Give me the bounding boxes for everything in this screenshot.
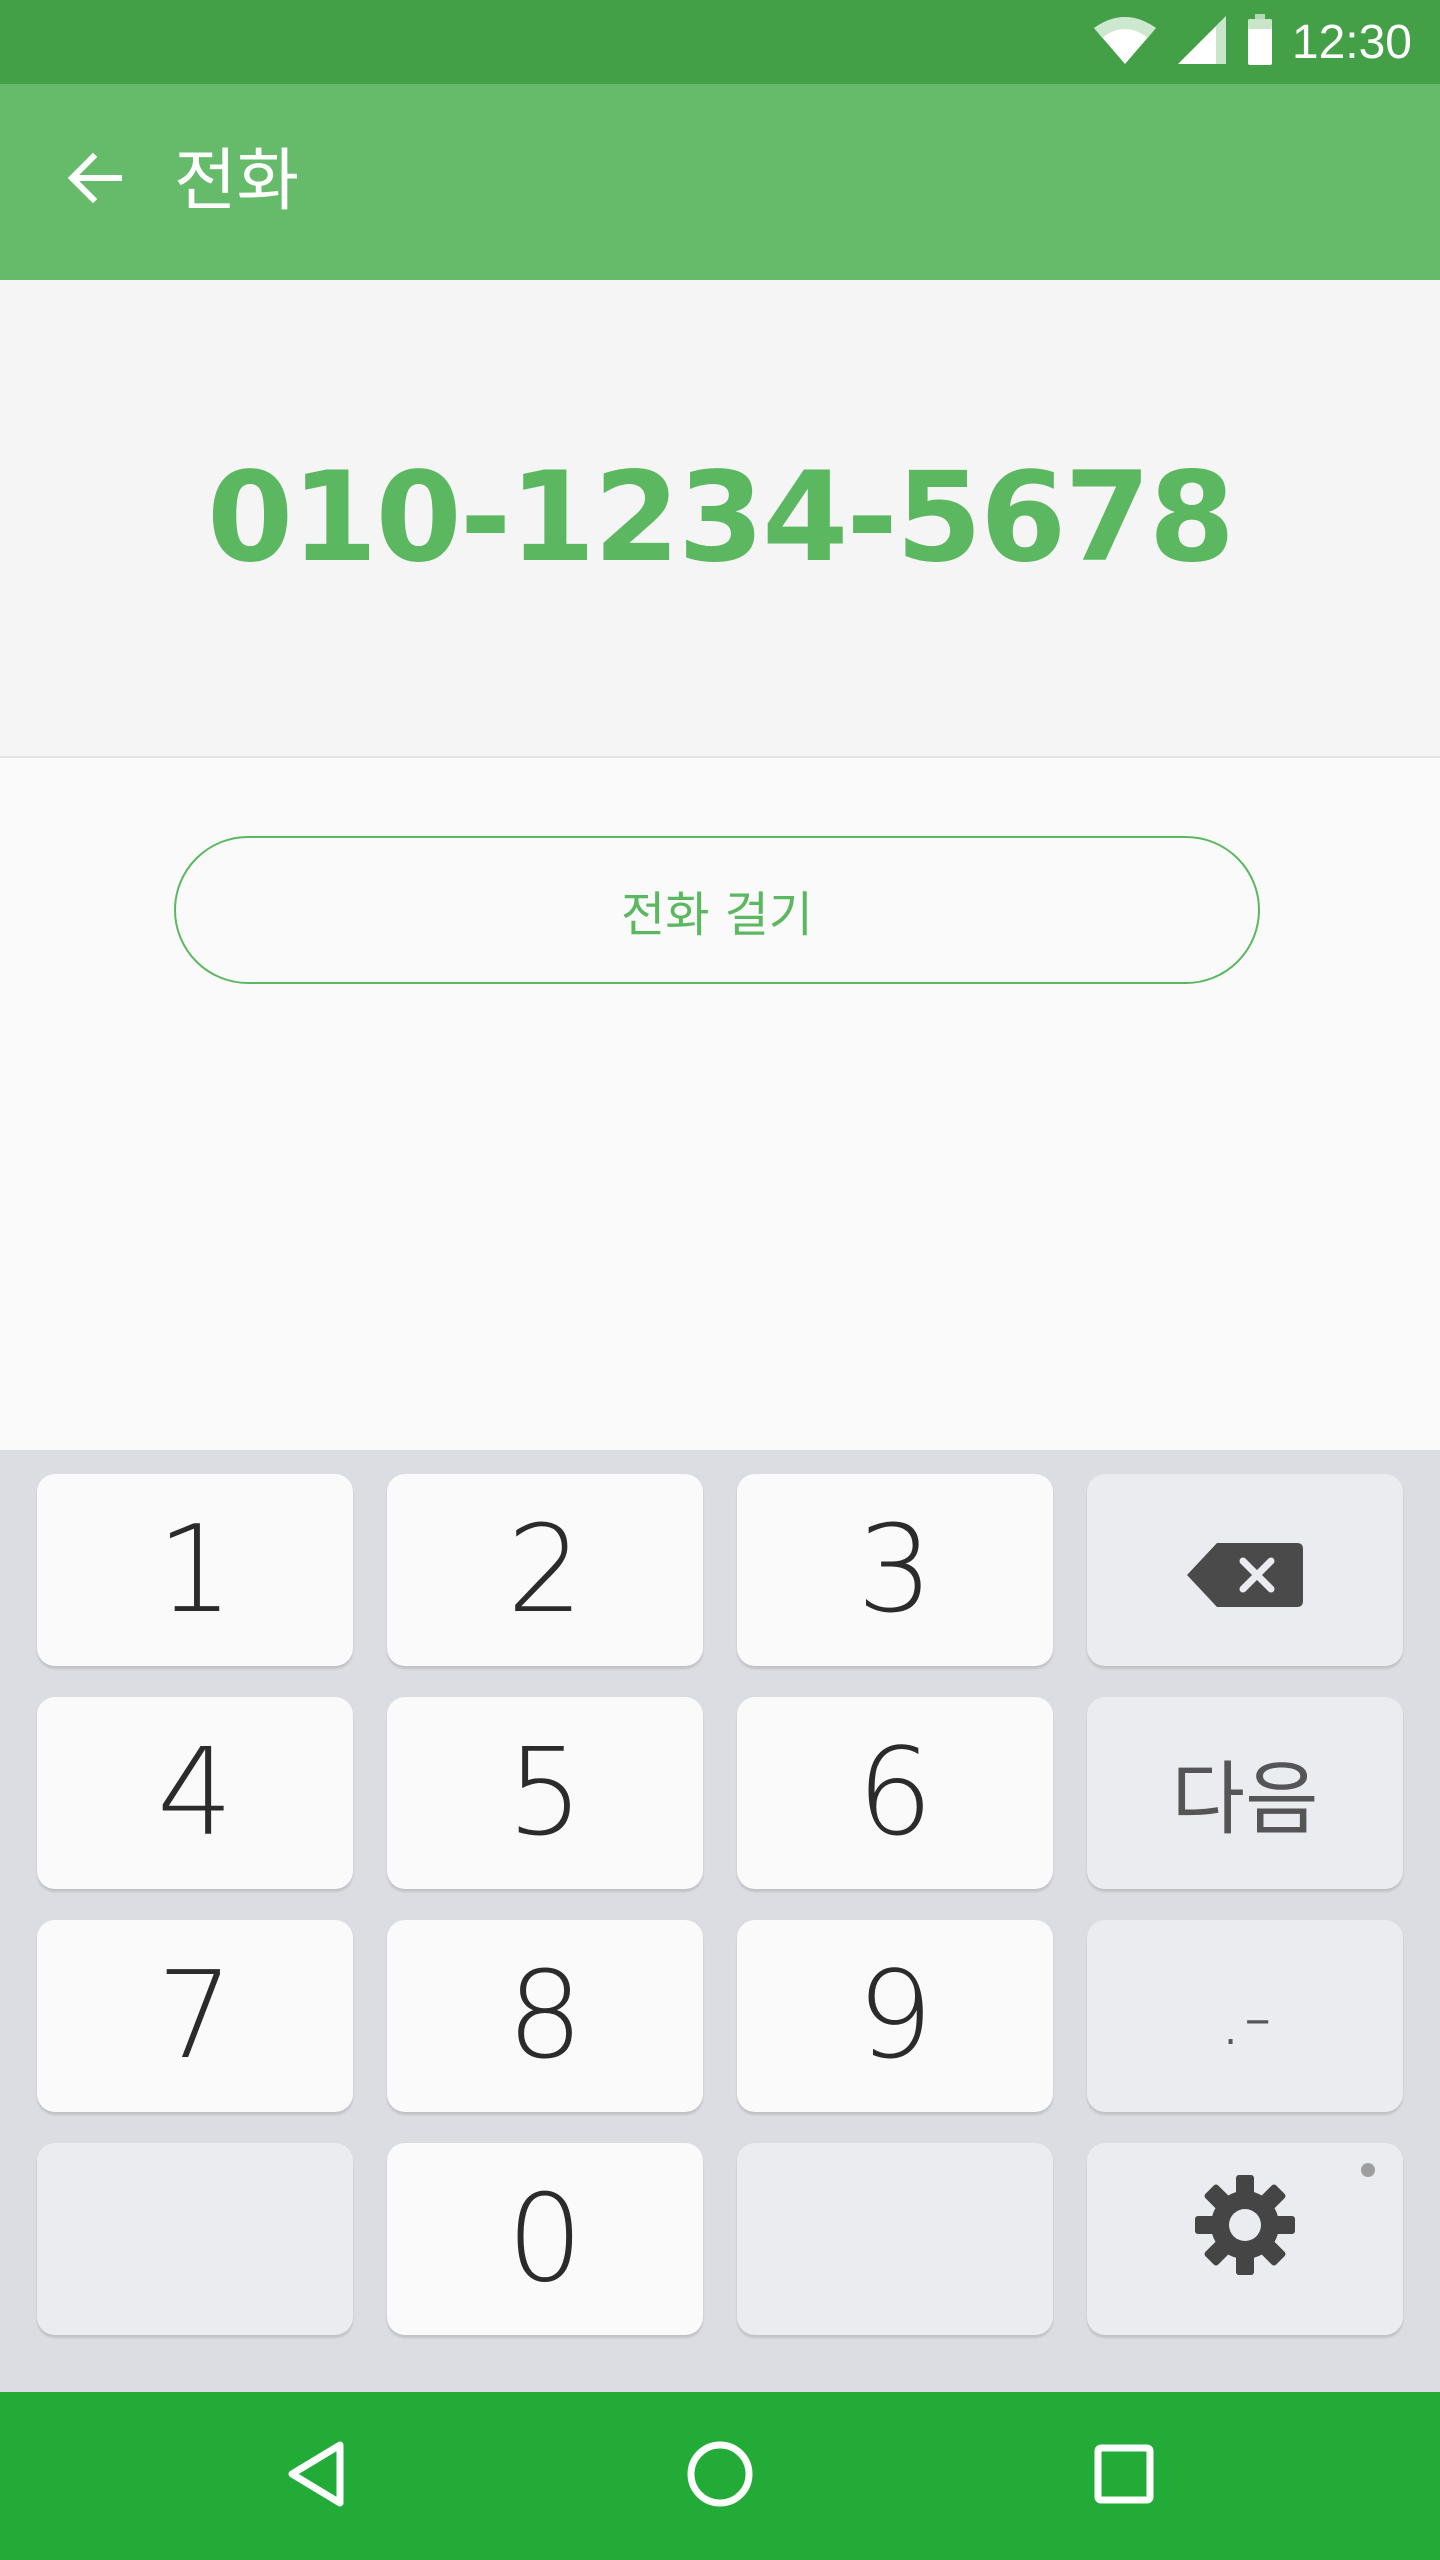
status-bar: 12:30 — [0, 0, 1440, 84]
key-2[interactable]: 2 — [387, 1474, 703, 1666]
arrow-back-icon — [65, 149, 123, 211]
system-nav-bar — [0, 2392, 1440, 2560]
battery-icon — [1246, 14, 1274, 70]
key-4[interactable]: 4 — [37, 1697, 353, 1889]
numeric-keyboard: 1 2 3 4 5 6 다음 7 8 9 .- 0 — [0, 1450, 1440, 2392]
gear-icon — [1189, 2169, 1301, 2310]
call-button-label: 전화 걸기 — [621, 887, 813, 943]
settings-indicator-dot — [1361, 2163, 1375, 2177]
recents-square-icon — [1093, 2443, 1155, 2509]
next-key[interactable]: 다음 — [1087, 1697, 1403, 1889]
punctuation-key[interactable]: .- — [1087, 1920, 1403, 2112]
key-0[interactable]: 0 — [387, 2143, 703, 2335]
key-5[interactable]: 5 — [387, 1697, 703, 1889]
key-3[interactable]: 3 — [737, 1474, 1053, 1666]
home-circle-icon — [685, 2439, 755, 2513]
wifi-icon — [1092, 14, 1158, 70]
cellular-signal-icon — [1176, 14, 1228, 70]
back-triangle-icon — [284, 2439, 348, 2513]
status-time: 12:30 — [1291, 15, 1412, 69]
key-7[interactable]: 7 — [37, 1920, 353, 2112]
key-9[interactable]: 9 — [737, 1920, 1053, 2112]
nav-recents-button[interactable] — [1074, 2426, 1174, 2526]
nav-back-button[interactable] — [266, 2426, 366, 2526]
backspace-icon — [1183, 1501, 1307, 1640]
nav-home-button[interactable] — [670, 2426, 770, 2526]
status-icons: 12:30 — [1092, 0, 1412, 84]
blank-key-left — [37, 2143, 353, 2335]
app-bar: 전화 — [0, 84, 1440, 280]
settings-key[interactable] — [1087, 2143, 1403, 2335]
call-button[interactable]: 전화 걸기 — [174, 836, 1260, 984]
key-8[interactable]: 8 — [387, 1920, 703, 2112]
phone-number-text: 010-1234-5678 — [206, 446, 1235, 590]
back-button[interactable] — [44, 130, 144, 230]
number-display: 010-1234-5678 — [0, 280, 1440, 758]
backspace-key[interactable] — [1087, 1474, 1403, 1666]
page-title: 전화 — [174, 142, 300, 221]
key-1[interactable]: 1 — [37, 1474, 353, 1666]
key-6[interactable]: 6 — [737, 1697, 1053, 1889]
blank-key-right — [737, 2143, 1053, 2335]
